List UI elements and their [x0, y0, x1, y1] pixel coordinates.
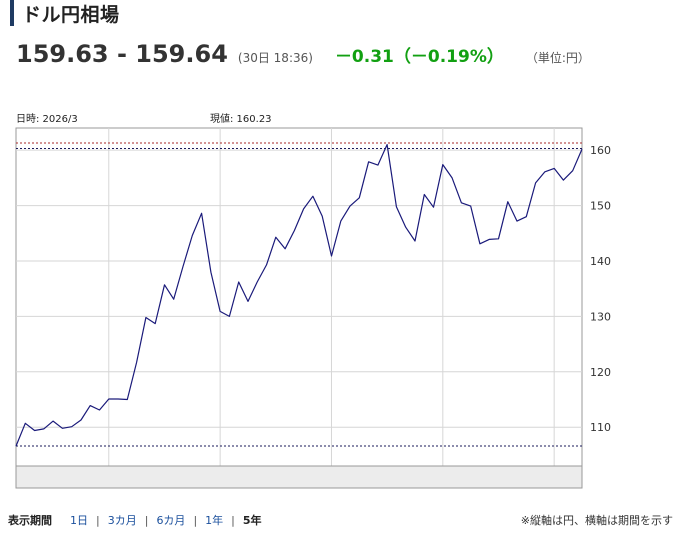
- period-option-6m[interactable]: 6カ月: [156, 512, 185, 528]
- x-axis-band: [15, 465, 583, 489]
- period-selector-label: 表示期間: [8, 514, 52, 527]
- current-rate: 159.63 - 159.64: [16, 40, 228, 68]
- unit-label: （単位:円）: [525, 51, 590, 65]
- y-tick-label: 110: [590, 421, 611, 434]
- fx-line-chart: 1101201301401501602022/12023/12024/12025…: [15, 127, 611, 489]
- period-option-3m[interactable]: 3カ月: [108, 512, 137, 528]
- y-tick-label: 150: [590, 200, 611, 213]
- page-title-text: ドル円相場: [22, 3, 120, 26]
- quote-row: 159.63 - 159.64 (30日 18:36) －0.31（－0.19%…: [16, 40, 590, 74]
- axis-note: ※縦軸は円、横軸は期間を示す: [520, 514, 673, 527]
- plot-area: [15, 127, 583, 467]
- period-option-1d[interactable]: 1日: [70, 512, 88, 528]
- rate-change: －0.31（－0.19%）: [334, 47, 504, 67]
- y-tick-label: 120: [590, 366, 611, 379]
- period-option-1y[interactable]: 1年: [205, 512, 223, 528]
- y-tick-label: 140: [590, 255, 611, 268]
- page-title: ドル円相場: [10, 0, 120, 26]
- as-of-time: (30日 18:36): [237, 51, 313, 65]
- period-option-5y[interactable]: 5年: [243, 512, 262, 528]
- period-selector: 表示期間 1日 | 3カ月 | 6カ月 | 1年 | 5年: [8, 512, 262, 528]
- y-tick-label: 160: [590, 144, 611, 157]
- y-tick-label: 130: [590, 310, 611, 323]
